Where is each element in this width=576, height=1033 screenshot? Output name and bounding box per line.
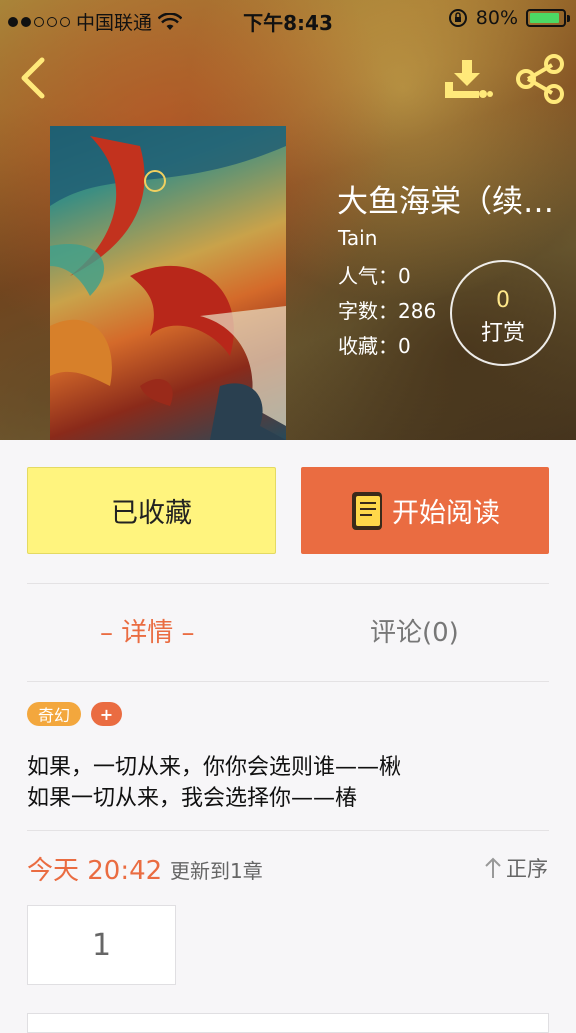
chapter-item[interactable]: 1 [27,905,176,985]
book-summary: 如果，一切从来，你你会选则谁——楸 如果一切从来，我会选择你——椿 [27,752,401,814]
arrow-up-icon [485,857,501,878]
start-reading-button[interactable]: 开始阅读 [301,467,549,554]
status-bar: 中国联通 下午8:43 80% [0,0,576,38]
reward-label: 打赏 [480,321,525,346]
back-icon [21,57,45,99]
cover-artwork [50,126,286,440]
divider [27,681,549,682]
start-reading-label: 开始阅读 [392,498,500,529]
lock-rotation-icon [448,9,467,27]
divider [27,830,549,831]
favorites-stat: 收藏：0 [338,334,411,358]
divider [27,583,549,584]
book-header: 中国联通 下午8:43 80% 大鱼海棠（续… Tain 人气：0 字数：286… [0,0,576,440]
sort-order-button[interactable]: 正序 [484,853,548,883]
add-tag-button[interactable]: + [91,702,122,726]
word-count-stat: 字数：286 [338,299,437,323]
summary-line: 如果一切从来，我会选择你——椿 [27,786,358,811]
sort-order-label: 正序 [506,857,548,881]
battery-percent: 80% [475,7,518,29]
tab-comments[interactable]: 评论(0) [370,612,459,649]
genre-tag[interactable]: 奇幻 [27,702,81,726]
share-button[interactable] [514,54,566,104]
bottom-panel [27,1013,549,1033]
popularity-stat: 人气：0 [338,264,411,288]
back-button[interactable] [14,56,54,100]
share-icon [516,54,564,104]
book-author[interactable]: Tain [338,226,377,250]
download-icon [445,60,493,98]
download-button[interactable] [443,58,493,102]
battery-icon [526,9,570,27]
book-cover[interactable] [50,126,286,440]
book-title: 大鱼海棠（续… [337,184,554,220]
reward-button[interactable]: 0 打赏 [450,260,556,366]
update-info: 更新到1章 [170,859,263,883]
tab-detail[interactable]: – 详情 – [100,612,195,649]
reward-count: 0 [496,288,510,313]
update-time: 今天 20:42 [27,856,163,886]
favorited-button[interactable]: 已收藏 [27,467,276,554]
favorited-label: 已收藏 [111,498,192,529]
summary-line: 如果，一切从来，你你会选则谁——楸 [27,755,402,780]
book-icon [352,491,382,530]
